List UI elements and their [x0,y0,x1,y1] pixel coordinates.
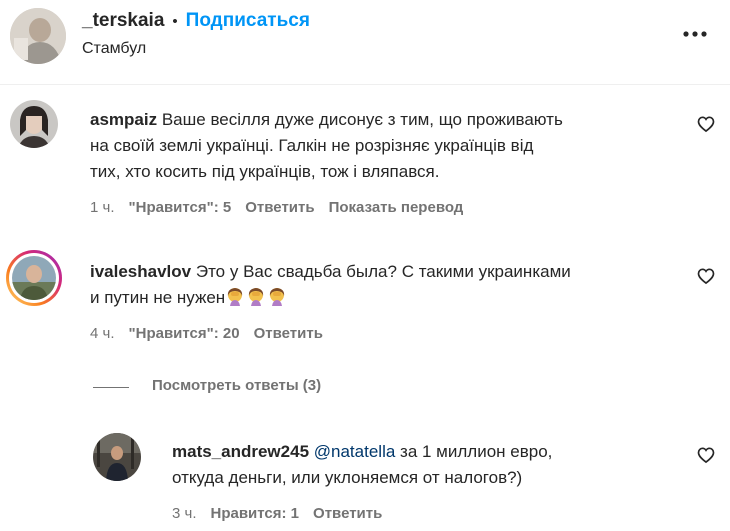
comment-avatar[interactable] [6,250,62,306]
heart-icon [697,447,715,464]
comment-username[interactable]: ivaleshavlov [90,262,191,281]
comment-time[interactable]: 1 ч. [90,199,115,216]
comment-time[interactable]: 4 ч. [90,325,115,342]
reply-button[interactable]: Ответить [254,325,323,342]
comment-likes[interactable]: "Нравится": 20 [129,325,240,342]
comment-body: asmpaiz Ваше весілля дуже дисонує з тим,… [90,107,690,185]
facepalm-emoji-icon [228,288,243,306]
reply-likes[interactable]: Нравится: 1 [211,505,300,522]
more-horizontal-icon [683,31,707,37]
comment-text-line: Это у Вас свадьба была? С такими украинк… [195,262,571,281]
post-location[interactable]: Стамбул [82,40,146,58]
reply-text-line: откуда деньги, или уклоняемся от налогов… [172,468,523,487]
comment-body: ivaleshavlov Это у Вас свадьба была? С т… [90,259,690,311]
view-replies-line [93,387,129,388]
like-comment-button[interactable] [696,114,716,139]
header-separator: • [172,12,178,30]
like-comment-button[interactable] [696,266,716,291]
mention-link[interactable]: @natatella [314,442,396,461]
reply-avatar[interactable] [93,433,141,481]
reply-username[interactable]: mats_andrew245 [172,442,309,461]
translate-button[interactable]: Показать перевод [329,199,464,216]
comment-text-line: Ваше весілля дуже дисонує з тим, що прож… [161,110,563,129]
view-replies-button[interactable]: Посмотреть ответы (3) [152,377,321,394]
comment-likes[interactable]: "Нравится": 5 [129,199,232,216]
post-author-username[interactable]: _terskaia [82,10,164,32]
facepalm-emoji-icon [270,288,285,306]
like-reply-button[interactable] [696,445,716,470]
heart-icon [697,268,715,285]
header-divider [0,84,730,85]
heart-icon [697,116,715,133]
comment-username[interactable]: asmpaiz [90,110,157,129]
reply-body: mats_andrew245 @natatella за 1 миллион е… [172,439,692,491]
reply-time[interactable]: 3 ч. [172,505,197,522]
more-options-button[interactable] [680,22,710,46]
comment-text-line: тих, хто косить під українців, тож і вля… [90,162,440,181]
comment-meta: 4 ч. "Нравится": 20 Ответить [90,325,323,342]
comment-avatar[interactable] [10,100,58,148]
reply-button[interactable]: Ответить [245,199,314,216]
comment-meta: 1 ч. "Нравится": 5 Ответить Показать пер… [90,199,463,216]
reply-meta: 3 ч. Нравится: 1 Ответить [172,505,382,522]
reply-button[interactable]: Ответить [313,505,382,522]
comment-text-line: и путин не нужен [90,288,226,307]
facepalm-emoji-icon [249,288,264,306]
comment-text-line: на своїй землі українці. Галкін не розрі… [90,136,534,155]
follow-button[interactable]: Подписаться [186,10,310,32]
reply-text-line: за 1 миллион евро, [400,442,553,461]
post-author-avatar[interactable] [10,8,66,64]
